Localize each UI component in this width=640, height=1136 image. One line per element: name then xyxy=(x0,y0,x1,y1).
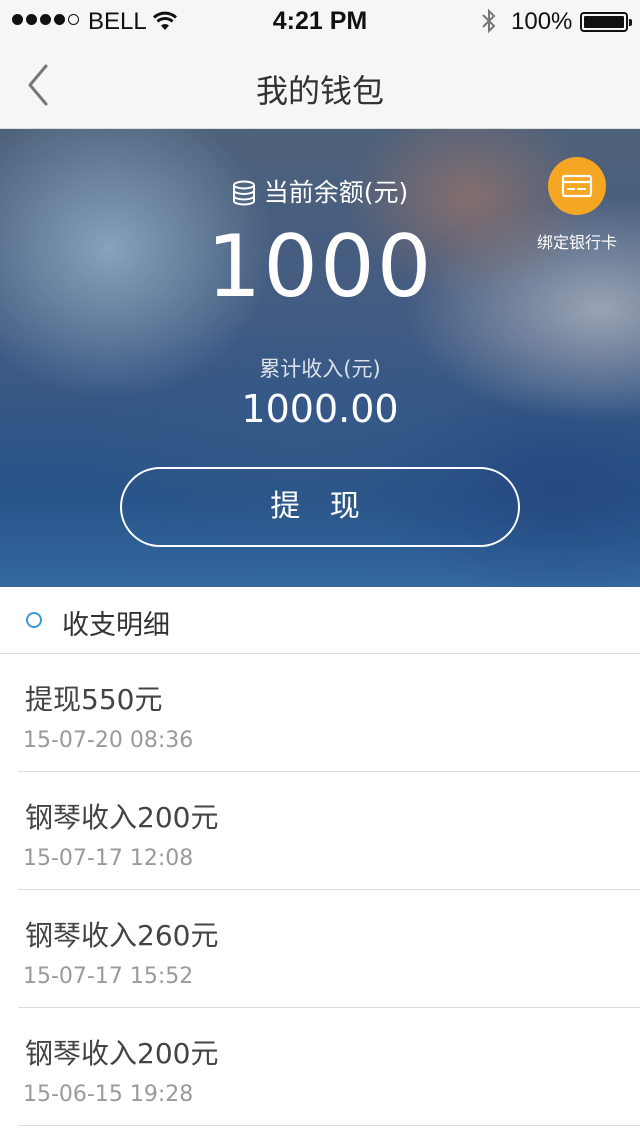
battery-icon xyxy=(580,12,632,32)
withdraw-button[interactable]: 提 现 xyxy=(120,467,520,547)
database-icon xyxy=(232,180,256,212)
bind-bank-card-button[interactable]: 绑定银行卡 xyxy=(530,157,624,253)
nav-bar: 我的钱包 xyxy=(0,44,640,128)
transaction-title: 提现550元 xyxy=(25,683,163,716)
page-title: 我的钱包 xyxy=(255,72,384,110)
circle-icon xyxy=(26,612,42,628)
bind-bank-card-label: 绑定银行卡 xyxy=(536,233,617,252)
bluetooth-icon xyxy=(480,8,498,40)
transaction-time: 15-07-17 12:08 xyxy=(23,846,194,871)
bank-card-icon xyxy=(548,157,606,215)
income-label: 累计收入(元) xyxy=(259,357,381,381)
balance-label: 当前余额(元) xyxy=(263,178,409,207)
transaction-title: 钢琴收入260元 xyxy=(25,919,219,952)
transaction-time: 15-07-20 08:36 xyxy=(23,728,194,753)
income-amount: 1000.00 xyxy=(241,387,399,431)
details-header: 收支明细 xyxy=(0,587,640,654)
transaction-list: 提现550元 15-07-20 08:36 钢琴收入200元 15-07-17 … xyxy=(0,654,640,1126)
details-title: 收支明细 xyxy=(62,610,170,641)
transaction-time: 15-07-17 15:52 xyxy=(23,964,194,989)
status-bar: BELL 4:21 PM 100% xyxy=(0,0,640,44)
wallet-summary: 当前余额(元) 1000 累计收入(元) 1000.00 提 现 绑定银行卡 xyxy=(0,129,640,587)
transaction-item[interactable]: 钢琴收入200元 15-07-17 12:08 xyxy=(18,772,640,890)
transaction-item[interactable]: 钢琴收入200元 15-06-15 19:28 xyxy=(18,1008,640,1126)
transaction-time: 15-06-15 19:28 xyxy=(23,1082,194,1107)
battery-percent: 100% xyxy=(511,8,573,35)
transaction-item[interactable]: 钢琴收入260元 15-07-17 15:52 xyxy=(18,890,640,1008)
transaction-item[interactable]: 提现550元 15-07-20 08:36 xyxy=(18,654,640,772)
transaction-title: 钢琴收入200元 xyxy=(25,1037,219,1070)
transaction-title: 钢琴收入200元 xyxy=(25,801,219,834)
top-bar: BELL 4:21 PM 100% 我的钱包 xyxy=(0,0,640,129)
